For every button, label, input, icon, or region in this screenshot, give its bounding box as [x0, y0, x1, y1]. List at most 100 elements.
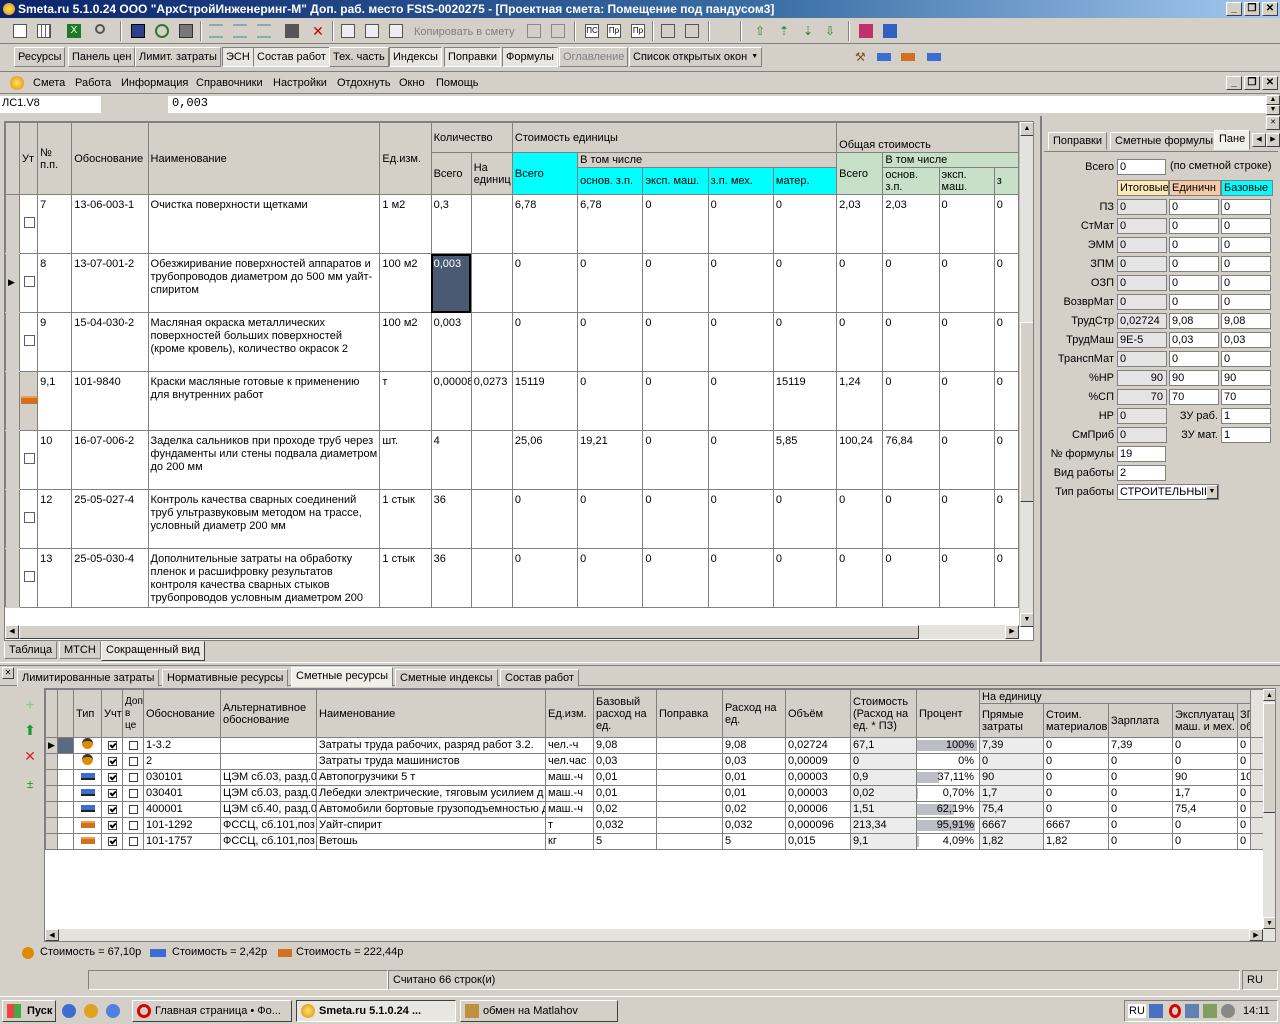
- resource-row[interactable]: ▶ 1-3.2 Затраты труда рабочих, разряд рабо…: [45, 737, 1265, 754]
- res-zp[interactable]: 0: [1236, 753, 1252, 770]
- res-wage[interactable]: 0: [1108, 801, 1173, 818]
- opera-tray-icon[interactable]: [1169, 1004, 1181, 1018]
- side-row-value[interactable]: 0: [1117, 218, 1167, 234]
- work-type-select[interactable]: СТРОИТЕЛЬНЫЕ ▼: [1117, 484, 1219, 500]
- row-num[interactable]: 8: [37, 253, 73, 313]
- tab-tech-part[interactable]: Тех. часть: [329, 47, 389, 67]
- tab-mtsn[interactable]: МТСН: [59, 641, 101, 659]
- res-alt[interactable]: [220, 753, 317, 770]
- blank-button[interactable]: [282, 21, 302, 41]
- side-row-value[interactable]: 70: [1169, 389, 1219, 405]
- resource-row[interactable]: 101-1292 ФССЦ, сб.101,поз Уайт-спирит т 0,03…: [45, 817, 1265, 834]
- res-corr[interactable]: [656, 769, 723, 786]
- res-expl[interactable]: 0: [1172, 753, 1238, 770]
- res-name[interactable]: Ветошь: [316, 833, 546, 850]
- res-mat[interactable]: 6667: [1043, 817, 1109, 834]
- res-corr[interactable]: [656, 801, 723, 818]
- res-dop-checkbox[interactable]: [122, 817, 144, 834]
- checkbox-icon[interactable]: [24, 276, 36, 287]
- estimate-row[interactable]: 12 25-05-027-4 Контроль качества сварных с…: [5, 489, 1020, 549]
- resource-row[interactable]: 030101 ЦЭМ сб.03, разд.0 Автопогрузчики 5 …: [45, 769, 1265, 786]
- tab-norm-resources[interactable]: Нормативные ресурсы: [162, 669, 289, 687]
- row-qty-per[interactable]: [470, 194, 513, 254]
- menu-window[interactable]: Окно: [399, 76, 425, 90]
- add-icon[interactable]: +: [22, 698, 38, 714]
- side-row-value[interactable]: 0: [1117, 256, 1167, 272]
- side-row-value[interactable]: 0: [1117, 275, 1167, 291]
- row-unit-cost[interactable]: 15119: [511, 371, 579, 431]
- res-wage[interactable]: 7,39: [1108, 737, 1173, 754]
- monitor-icon[interactable]: [1185, 1004, 1199, 1018]
- row-indicator[interactable]: [5, 312, 21, 372]
- checkbox-icon[interactable]: [107, 740, 117, 750]
- row-ut-checkbox[interactable]: [19, 253, 39, 313]
- zu-rab-value[interactable]: 1: [1221, 408, 1271, 424]
- row-uc-mat[interactable]: 0: [772, 548, 838, 608]
- refresh-button[interactable]: [152, 21, 172, 41]
- row-tc-eksp[interactable]: 0: [938, 548, 995, 608]
- row-basis[interactable]: 13-06-003-1: [71, 194, 149, 254]
- tab-corrections[interactable]: Поправки: [444, 47, 502, 67]
- side-row-value[interactable]: 0: [1117, 199, 1167, 215]
- side-row-value[interactable]: 0: [1221, 351, 1271, 367]
- network-icon[interactable]: [1149, 1004, 1163, 1018]
- res-direct[interactable]: 90: [979, 769, 1044, 786]
- resource-row[interactable]: 2 Затраты труда машинистов чел.час 0,03 0,03…: [45, 753, 1265, 770]
- row-uc-mat[interactable]: 0: [772, 489, 838, 549]
- tab-indexes[interactable]: Индексы: [389, 47, 442, 67]
- material-button[interactable]: [898, 47, 918, 67]
- row-uc-zpmeh[interactable]: 0: [707, 312, 774, 372]
- tab-work-comp-b[interactable]: Состав работ: [500, 669, 579, 687]
- checkbox-icon[interactable]: [24, 571, 36, 582]
- row-qty[interactable]: 0,003: [430, 312, 472, 372]
- copy-to-estimate-button[interactable]: Копировать в смету: [414, 26, 515, 38]
- res-cost[interactable]: 9,1: [850, 833, 917, 850]
- res-zp[interactable]: 0: [1236, 801, 1252, 818]
- checkbox-icon[interactable]: [128, 740, 138, 750]
- machine-button[interactable]: [874, 47, 894, 67]
- clock-tray-icon[interactable]: [1221, 1004, 1235, 1018]
- row-qty-per[interactable]: [470, 548, 513, 608]
- tab-estimate-resources[interactable]: Сметные ресурсы: [291, 667, 394, 687]
- row-indicator[interactable]: [5, 548, 21, 608]
- res-dop-checkbox[interactable]: [122, 801, 144, 818]
- task-opera[interactable]: Главная страница • Фо...: [132, 1000, 292, 1022]
- row-uc-mat[interactable]: 5,85: [772, 430, 838, 490]
- estimate-row[interactable]: ▶ 8 13-07-001-2 Обезжиривание поверхностей …: [5, 253, 1020, 313]
- calc2-button[interactable]: [682, 21, 702, 41]
- res-direct[interactable]: 7,39: [979, 737, 1044, 754]
- row-tc-osn[interactable]: 0: [882, 489, 940, 549]
- menu-smeta[interactable]: Смета: [33, 76, 65, 90]
- res-corr[interactable]: [656, 817, 723, 834]
- res-dop-checkbox[interactable]: [122, 769, 144, 786]
- row-tc-eksp[interactable]: 0: [938, 253, 995, 313]
- res-name[interactable]: Затраты труда машинистов: [316, 753, 546, 770]
- row-basis[interactable]: 15-04-030-2: [71, 312, 149, 372]
- restore-button[interactable]: ❐: [1244, 2, 1260, 16]
- tray-app-icon[interactable]: [1203, 1004, 1217, 1018]
- row-tc-eksp[interactable]: 0: [938, 312, 995, 372]
- res-uch-checkbox[interactable]: [101, 753, 123, 770]
- tools-button[interactable]: ⚒: [852, 47, 872, 67]
- zu-mat-value[interactable]: 1: [1221, 427, 1271, 443]
- row-uc-osn[interactable]: 0: [577, 253, 644, 313]
- formula-value[interactable]: 19: [1117, 446, 1166, 462]
- res-uch-checkbox[interactable]: [101, 817, 123, 834]
- row-uc-zpmeh[interactable]: 0: [707, 548, 774, 608]
- row-indicator[interactable]: [5, 371, 21, 431]
- row-uc-zpmeh[interactable]: 0: [707, 430, 774, 490]
- row-uc-zpmeh[interactable]: 0: [707, 253, 774, 313]
- res-unit[interactable]: маш.-ч: [545, 785, 594, 802]
- side-row-value[interactable]: 0,03: [1169, 332, 1219, 348]
- res-rate[interactable]: 5: [722, 833, 786, 850]
- side-row-value[interactable]: 9,08: [1169, 313, 1219, 329]
- add-up-icon[interactable]: ⬆: [22, 722, 38, 738]
- row-uc-eksp[interactable]: 0: [642, 371, 709, 431]
- res-hscrollbar[interactable]: ◀ ▶: [45, 929, 1263, 941]
- side-row-value[interactable]: 0: [1117, 237, 1167, 253]
- side-tab-formulas[interactable]: Сметные формулы: [1110, 132, 1219, 150]
- tab-resources[interactable]: Ресурсы: [14, 47, 66, 67]
- res-volume[interactable]: 0,02724: [785, 737, 851, 754]
- row-unit[interactable]: шт.: [379, 430, 432, 490]
- row-ut-checkbox[interactable]: [19, 312, 39, 372]
